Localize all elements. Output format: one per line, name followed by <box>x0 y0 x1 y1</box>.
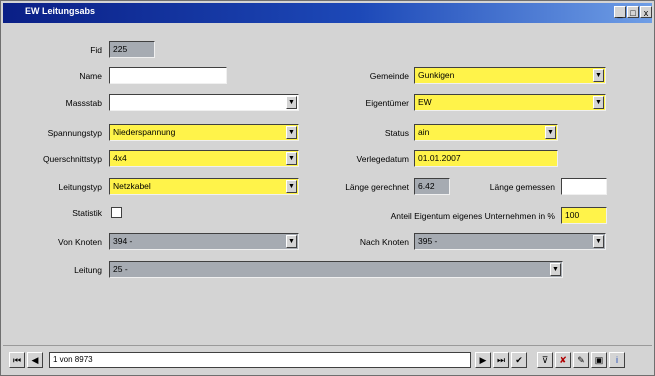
chevron-down-icon[interactable]: ▼ <box>593 69 604 82</box>
leitung-label: Leitung <box>74 265 102 275</box>
von-knoten-select[interactable]: 394 - ▼ <box>109 233 299 250</box>
last-record-button[interactable]: ⏭ <box>493 352 509 368</box>
status-label: Status <box>384 128 409 138</box>
chevron-down-icon[interactable]: ▼ <box>593 96 604 109</box>
gemeinde-label: Gemeinde <box>369 71 409 81</box>
maximize-button[interactable]: □ <box>627 6 639 18</box>
von-knoten-value: 394 - <box>113 236 133 246</box>
chevron-down-icon[interactable]: ▼ <box>286 126 297 139</box>
close-button[interactable]: x <box>640 6 652 18</box>
title-bar[interactable]: EW Leitungsabs _ □ x <box>3 3 652 23</box>
chevron-down-icon[interactable]: ▼ <box>593 235 604 248</box>
querschnittstyp-label: Querschnittstyp <box>42 154 102 164</box>
next-record-button[interactable]: ▶ <box>475 352 491 368</box>
nach-knoten-select[interactable]: 395 - ▼ <box>414 233 606 250</box>
querschnittstyp-value: 4x4 <box>113 153 127 163</box>
eigentuemer-select[interactable]: EW ▼ <box>414 94 606 111</box>
chevron-down-icon[interactable]: ▼ <box>286 96 297 109</box>
verlegedatum-input[interactable]: 01.01.2007 <box>414 150 558 167</box>
filter-remove-icon: ✘ <box>559 355 567 365</box>
minimize-button[interactable]: _ <box>614 6 626 18</box>
laenge-gerechnet-field: 6.42 <box>414 178 450 195</box>
first-record-icon: ⏮ <box>12 355 22 365</box>
leitungstyp-label: Leitungstyp <box>58 182 102 192</box>
info-icon: i <box>616 355 618 365</box>
remove-filter-button[interactable]: ✘ <box>555 352 571 368</box>
window-icon: ▣ <box>594 355 604 365</box>
checkmark-icon: ✔ <box>515 355 523 365</box>
first-record-button[interactable]: ⏮ <box>9 352 25 368</box>
window-mode-button[interactable]: ▣ <box>591 352 607 368</box>
laenge-gemessen-label: Länge gemessen <box>489 182 555 192</box>
filter-icon: ⊽ <box>541 355 549 365</box>
fid-field: 225 <box>109 41 155 58</box>
massstab-label: Massstab <box>65 98 102 108</box>
nach-knoten-value: 395 - <box>418 236 438 246</box>
info-button[interactable]: i <box>609 352 625 368</box>
laenge-gerechnet-label: Länge gerechnet <box>345 182 409 192</box>
name-input[interactable] <box>109 67 227 84</box>
eigentuemer-value: EW <box>418 97 432 107</box>
form-window: EW Leitungsabs _ □ x Fid 225 Name Massst… <box>0 0 655 376</box>
statistik-label: Statistik <box>72 208 102 218</box>
next-record-icon: ▶ <box>479 355 487 365</box>
nach-knoten-label: Nach Knoten <box>359 237 409 247</box>
previous-record-button[interactable]: ◀ <box>27 352 43 368</box>
spannungstyp-select[interactable]: Niederspannung ▼ <box>109 124 299 141</box>
verlegedatum-label: Verlegedatum <box>356 154 409 164</box>
statistik-checkbox[interactable] <box>111 207 122 218</box>
chevron-down-icon[interactable]: ▼ <box>286 235 297 248</box>
pencil-icon: ✎ <box>577 355 585 365</box>
chevron-down-icon[interactable]: ▼ <box>286 180 297 193</box>
edit-button[interactable]: ✎ <box>573 352 589 368</box>
chevron-down-icon[interactable]: ▼ <box>545 126 556 139</box>
chevron-down-icon[interactable]: ▼ <box>286 152 297 165</box>
von-knoten-label: Von Knoten <box>58 237 102 247</box>
apply-filter-button[interactable]: ⊽ <box>537 352 553 368</box>
massstab-select[interactable]: ▼ <box>109 94 299 111</box>
querschnittstyp-select[interactable]: 4x4 ▼ <box>109 150 299 167</box>
anteil-label: Anteil Eigentum eigenes Unternehmen in % <box>390 211 555 221</box>
status-value: ain <box>418 127 430 137</box>
leitungstyp-select[interactable]: Netzkabel ▼ <box>109 178 299 195</box>
confirm-button[interactable]: ✔ <box>511 352 527 368</box>
chevron-down-icon[interactable]: ▼ <box>550 263 561 276</box>
spannungstyp-label: Spannungstyp <box>47 128 102 138</box>
record-navigation-bar: ⏮ ◀ 1 von 8973 ▶ ⏭ ✔ ⊽ ✘ ✎ ▣ i <box>3 345 652 374</box>
record-position: 1 von 8973 <box>49 352 471 368</box>
eigentuemer-label: Eigentümer <box>365 98 409 108</box>
last-record-icon: ⏭ <box>496 355 506 365</box>
leitungstyp-value: Netzkabel <box>113 181 151 191</box>
gemeinde-value: Gunkigen <box>418 70 455 80</box>
anteil-input[interactable]: 100 <box>561 207 607 224</box>
status-select[interactable]: ain ▼ <box>414 124 558 141</box>
fid-label: Fid <box>90 45 102 55</box>
spannungstyp-value: Niederspannung <box>113 127 176 137</box>
leitung-value: 25 - <box>113 264 128 274</box>
window-title: EW Leitungsabs <box>25 6 96 16</box>
previous-record-icon: ◀ <box>31 355 39 365</box>
laenge-gemessen-input[interactable] <box>561 178 607 195</box>
leitung-select[interactable]: 25 - ▼ <box>109 261 563 278</box>
name-label: Name <box>79 71 102 81</box>
gemeinde-select[interactable]: Gunkigen ▼ <box>414 67 606 84</box>
